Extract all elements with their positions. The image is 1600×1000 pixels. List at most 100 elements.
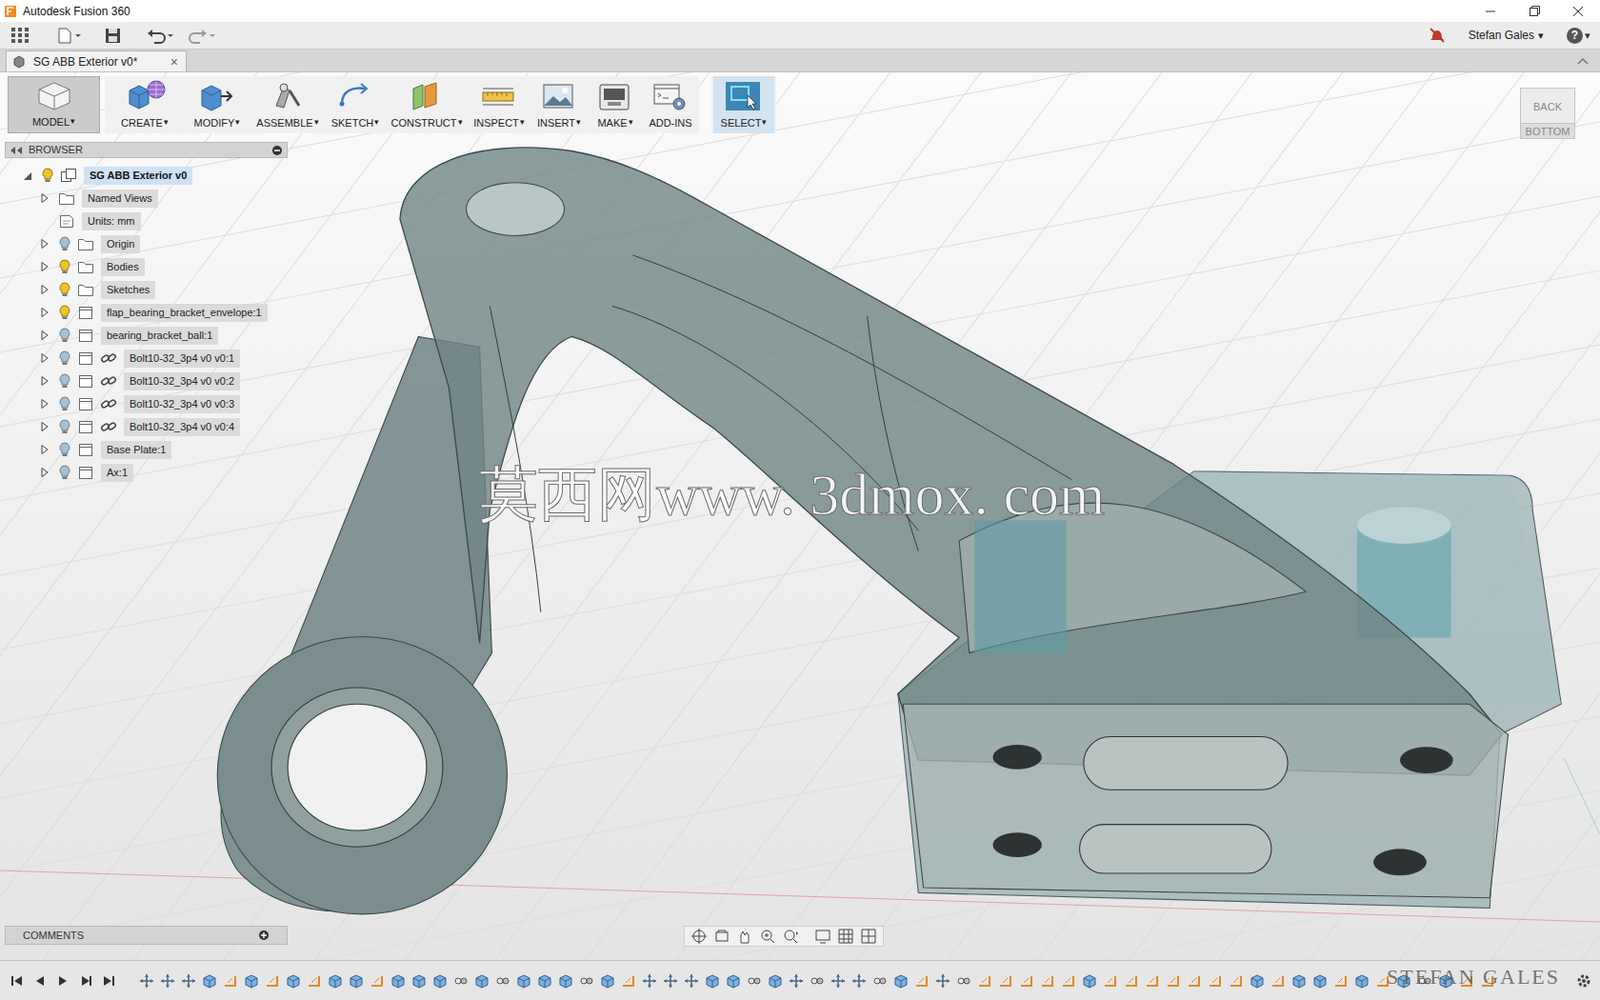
apps-grid-icon[interactable] xyxy=(10,26,30,44)
collapsed-arrow-icon[interactable] xyxy=(39,329,51,341)
browser-item[interactable]: Bodies xyxy=(4,255,288,279)
browser-item-label[interactable]: Ax:1 xyxy=(100,463,134,482)
ribbon-button-label[interactable]: MAKE▾ xyxy=(597,115,633,132)
sketch-feature-icon[interactable] xyxy=(1375,973,1391,989)
ribbon-button-label[interactable]: CONSTRUCT▾ xyxy=(390,115,462,132)
go-to-end-icon[interactable] xyxy=(100,973,117,989)
body-feature-icon[interactable] xyxy=(390,973,406,989)
expand-toggle[interactable] xyxy=(37,282,53,297)
expand-toggle[interactable] xyxy=(37,442,53,457)
help-icon[interactable]: ? xyxy=(1566,27,1583,44)
joint-feature-icon[interactable] xyxy=(579,973,595,989)
workspace-name[interactable]: MODEL xyxy=(32,114,70,131)
visibility-toggle[interactable] xyxy=(55,419,75,435)
lightbulb-on-icon[interactable] xyxy=(58,281,72,298)
ribbon-button[interactable]: CONSTRUCT▾ xyxy=(386,76,467,134)
ribbon-button[interactable]: INSPECT▾ xyxy=(469,76,529,134)
browser-item[interactable]: SG ABB Exterior v0 xyxy=(4,163,288,187)
ribbon-button-label[interactable]: SELECT▾ xyxy=(720,115,768,132)
body-feature-icon[interactable] xyxy=(1312,973,1328,989)
make-icon[interactable] xyxy=(594,79,637,112)
joint-feature-icon[interactable] xyxy=(1417,973,1433,989)
sketch-feature-icon[interactable] xyxy=(1144,973,1160,989)
timeline-settings-gear-icon[interactable] xyxy=(1575,972,1593,990)
ribbon-label[interactable]: CREATE xyxy=(120,115,163,132)
sketch-feature-icon[interactable] xyxy=(1333,973,1349,989)
lightbulb-off-icon[interactable] xyxy=(58,236,72,252)
body-feature-icon[interactable] xyxy=(600,973,616,989)
pan-icon[interactable] xyxy=(736,927,754,945)
construct-icon[interactable] xyxy=(405,79,448,112)
browser-item-label[interactable]: Base Plate:1 xyxy=(100,440,172,460)
body-feature-icon[interactable] xyxy=(1396,973,1412,989)
collapsed-arrow-icon[interactable] xyxy=(39,466,51,479)
ribbon-dropdown-arrow[interactable]: ▾ xyxy=(235,116,240,130)
body-feature-icon[interactable] xyxy=(348,973,364,989)
visibility-toggle[interactable] xyxy=(55,259,75,275)
collapsed-arrow-icon[interactable] xyxy=(39,238,51,250)
collapsed-arrow-icon[interactable] xyxy=(39,443,51,456)
browser-item[interactable]: Bolt10-32_3p4 v0 v0:1 xyxy=(4,346,288,370)
browser-item[interactable]: Sketches xyxy=(4,278,288,301)
body-feature-icon[interactable] xyxy=(474,973,490,989)
inspect-icon[interactable] xyxy=(478,79,520,112)
ribbon-button[interactable]: INSERT▾ xyxy=(531,76,587,134)
body-feature-icon[interactable] xyxy=(558,973,574,989)
ribbon-button[interactable]: SKETCH▾ xyxy=(326,76,384,134)
orbit-icon[interactable] xyxy=(690,927,708,945)
ribbon-button-label[interactable]: INSPECT▾ xyxy=(473,115,525,132)
display-settings-icon[interactable] xyxy=(814,927,832,945)
move-feature-icon[interactable] xyxy=(683,973,700,989)
workspace-arrow[interactable]: ▾ xyxy=(70,115,76,129)
comments-panel[interactable]: COMMENTS xyxy=(4,925,288,945)
collapsed-arrow-icon[interactable] xyxy=(39,283,51,296)
browser-item[interactable]: Base Plate:1 xyxy=(4,438,288,461)
model-workspace-icon[interactable] xyxy=(33,80,76,111)
move-feature-icon[interactable] xyxy=(851,973,867,989)
ribbon-label[interactable]: INSERT xyxy=(537,115,576,132)
collapsed-arrow-icon[interactable] xyxy=(39,352,51,364)
body-feature-icon[interactable] xyxy=(411,973,427,989)
ribbon-button-label[interactable]: CREATE▾ xyxy=(120,115,169,132)
add-ins-icon[interactable] xyxy=(649,79,692,112)
joint-feature-icon[interactable] xyxy=(495,973,511,989)
ribbon-label[interactable]: MODIFY xyxy=(194,115,236,132)
browser-item[interactable]: Units: mm xyxy=(4,209,288,233)
expand-toggle[interactable] xyxy=(37,260,53,274)
sketch-feature-icon[interactable] xyxy=(914,973,930,989)
ribbon-label[interactable]: INSPECT xyxy=(473,115,520,132)
sketch-feature-icon[interactable] xyxy=(977,973,993,989)
browser-item-label[interactable]: Bolt10-32_3p4 v0 v0:4 xyxy=(123,418,240,437)
fit-icon[interactable] xyxy=(781,927,800,945)
collapse-browser-icon[interactable] xyxy=(9,145,23,156)
body-feature-icon[interactable] xyxy=(537,973,553,989)
sketch-feature-icon[interactable] xyxy=(620,973,637,989)
move-feature-icon[interactable] xyxy=(935,973,951,989)
move-feature-icon[interactable] xyxy=(788,973,804,989)
ribbon-label[interactable]: ADD-INS xyxy=(648,115,692,132)
browser-item-label[interactable]: Bodies xyxy=(100,258,145,277)
browser-item-label[interactable]: SG ABB Exterior v0 xyxy=(83,166,193,185)
body-feature-icon[interactable] xyxy=(516,973,532,989)
sketch-feature-icon[interactable] xyxy=(264,973,280,989)
viewports-icon[interactable] xyxy=(860,927,878,945)
sketch-feature-icon[interactable] xyxy=(1165,973,1181,989)
redo-icon[interactable] xyxy=(187,26,217,44)
lightbulb-on-icon[interactable] xyxy=(58,304,72,320)
browser-item[interactable]: Bolt10-32_3p4 v0 v0:3 xyxy=(4,392,288,416)
undo-icon[interactable] xyxy=(145,26,175,44)
visibility-toggle[interactable] xyxy=(55,327,75,343)
ribbon-button-label[interactable]: ADD-INS xyxy=(648,115,692,132)
ribbon-button[interactable]: MODIFY▾ xyxy=(185,76,249,134)
browser-item[interactable]: Ax:1 xyxy=(4,460,288,484)
body-feature-icon[interactable] xyxy=(1249,973,1265,989)
ribbon-dropdown-arrow[interactable]: ▾ xyxy=(628,116,634,130)
expand-toggle[interactable] xyxy=(37,191,53,205)
model-canvas[interactable] xyxy=(0,72,1600,960)
move-feature-icon[interactable] xyxy=(160,973,176,989)
move-feature-icon[interactable] xyxy=(641,973,658,989)
expand-toggle[interactable] xyxy=(37,465,53,480)
ribbon-dropdown-arrow[interactable]: ▾ xyxy=(374,116,380,130)
play-icon[interactable] xyxy=(55,973,71,989)
minimize-icon[interactable] xyxy=(1468,0,1513,22)
